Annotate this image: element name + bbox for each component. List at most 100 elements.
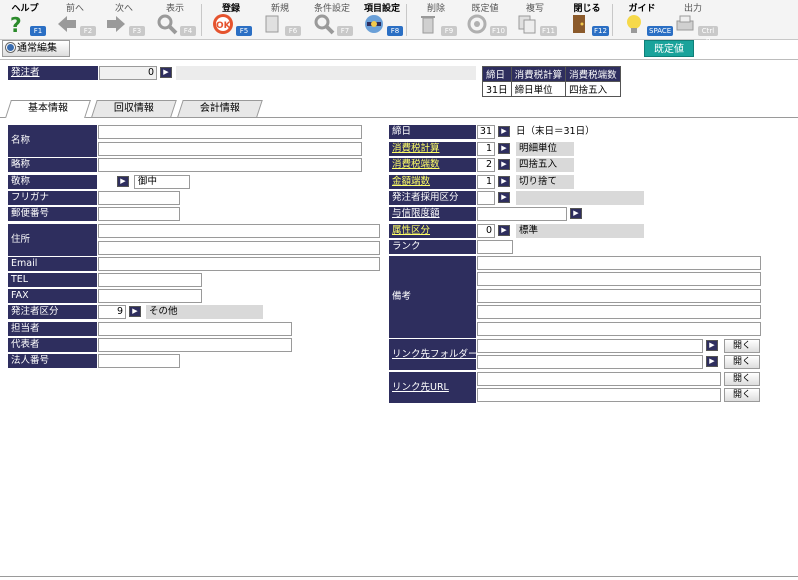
remarks-input-5[interactable] [477, 322, 761, 336]
edit-mode-button[interactable]: 通常編集 [2, 40, 70, 57]
representative-input[interactable] [98, 338, 292, 352]
link-url-input-1[interactable] [477, 372, 721, 386]
close-door-icon [568, 13, 590, 35]
orderer-label[interactable]: 発注者 [8, 66, 98, 80]
link-url-open-button-1[interactable]: 開く [724, 372, 760, 386]
tab-basic-info[interactable]: 基本情報 [5, 100, 91, 118]
search-icon [156, 13, 178, 35]
remarks-input-2[interactable] [477, 272, 761, 286]
link-folder-open-button-1[interactable]: 開く [724, 339, 760, 353]
attribute-type-label[interactable]: 属性区分 [389, 224, 476, 238]
function-key-badge: F2 [80, 26, 96, 36]
remarks-input-4[interactable] [477, 305, 761, 319]
address-input-1[interactable] [98, 224, 380, 238]
function-key-badge: F11 [540, 26, 557, 36]
honorific-input[interactable]: 御中 [134, 175, 190, 189]
summary-table: 締日 消費税計算 消費税端数 31日 締日単位 四捨五入 [482, 66, 621, 97]
amount-fraction-label[interactable]: 金額端数 [389, 175, 476, 189]
toolbar-button-f10[interactable]: 既定値 F10 [460, 0, 510, 40]
remarks-input-1[interactable] [477, 256, 761, 270]
address-input-2[interactable] [98, 241, 380, 255]
amount-fraction-input[interactable]: 1 [477, 175, 495, 189]
toolbar-button-f8[interactable]: 項目設定 F8 [357, 0, 407, 40]
summary-cell: 四捨五入 [565, 81, 621, 97]
closing-day-label: 締日 [389, 125, 476, 139]
tab-collection-info[interactable]: 回収情報 [91, 100, 177, 117]
name-input-1[interactable] [98, 125, 362, 139]
function-key-badge: F12 [592, 26, 609, 36]
function-key-badge: F5 [236, 26, 252, 36]
credit-limit-input[interactable] [477, 207, 567, 221]
furigana-input[interactable] [98, 191, 180, 205]
orderer-code-input[interactable]: 0 [99, 66, 157, 80]
email-input[interactable] [98, 257, 380, 271]
toolbar-button-f5[interactable]: 登録 OK F5 [206, 0, 256, 40]
toolbar-button-ctrlp[interactable]: 出力 Ctrl P [668, 0, 718, 45]
tab-accounting-info[interactable]: 会計情報 [177, 100, 263, 117]
adoption-type-lookup-button[interactable]: ▶ [498, 192, 510, 203]
toolbar-button-f12[interactable]: 閉じる F12 [562, 0, 612, 40]
prev-arrow-icon [56, 13, 78, 35]
person-in-charge-input[interactable] [98, 322, 292, 336]
toolbar-button-f2[interactable]: 前へ F2 [50, 0, 100, 40]
closing-day-input[interactable]: 31 [477, 125, 495, 139]
adoption-type-input[interactable] [477, 191, 495, 205]
postal-code-input[interactable] [98, 207, 180, 221]
amount-fraction-lookup-button[interactable]: ▶ [498, 176, 510, 187]
tax-calc-label[interactable]: 消費税計算 [389, 142, 476, 156]
closing-day-note: 日（末日＝31日） [516, 126, 595, 137]
toolbar-separator [201, 4, 202, 36]
short-name-input[interactable] [98, 158, 362, 172]
function-key-badge: Ctrl P [698, 26, 718, 45]
link-url-label[interactable]: リンク先URL [389, 372, 476, 403]
rank-input[interactable] [477, 240, 513, 254]
name-input-2[interactable] [98, 142, 362, 156]
link-folder-input-1[interactable] [477, 339, 703, 353]
name-label: 名称 [8, 125, 97, 157]
remarks-input-3[interactable] [477, 289, 761, 303]
toolbar-separator [406, 4, 407, 36]
toolbar-button-f6[interactable]: 新規 F6 [255, 0, 305, 40]
fax-input[interactable] [98, 289, 202, 303]
closing-day-lookup-button[interactable]: ▶ [498, 126, 510, 137]
toolbar-button-f3[interactable]: 次へ F3 [99, 0, 149, 40]
tax-fraction-lookup-button[interactable]: ▶ [498, 159, 510, 170]
toolbar-button-f1[interactable]: ヘルプ? F1 [0, 0, 50, 40]
link-url-input-2[interactable] [477, 388, 721, 402]
toolbar-button-space[interactable]: ガイド SPACE [617, 0, 674, 40]
summary-cell: 31日 [482, 81, 512, 97]
toolbar-button-f7[interactable]: 条件設定 F7 [307, 0, 357, 40]
link-folder-browse-button-2[interactable]: ▶ [706, 356, 718, 367]
corporate-number-input[interactable] [98, 354, 180, 368]
default-value-icon [466, 13, 488, 35]
tab-label: 基本情報 [28, 103, 68, 114]
orderer-type-code[interactable]: 9 [98, 305, 126, 319]
toolbar-button-f4[interactable]: 表示 F4 [150, 0, 200, 40]
credit-limit-label[interactable]: 与信限度額 [389, 207, 476, 221]
toolbar-button-f9[interactable]: 削除 F9 [411, 0, 461, 40]
honorific-lookup-button[interactable]: ▶ [117, 176, 129, 187]
tax-fraction-label[interactable]: 消費税端数 [389, 158, 476, 172]
divider [0, 59, 798, 60]
credit-limit-lookup-button[interactable]: ▶ [570, 208, 582, 219]
tab-divider [0, 117, 798, 118]
tax-fraction-input[interactable]: 2 [477, 158, 495, 172]
function-key-badge: F6 [285, 26, 301, 36]
function-key-badge: F4 [180, 26, 196, 36]
tel-input[interactable] [98, 273, 202, 287]
tax-calc-input[interactable]: 1 [477, 142, 495, 156]
attribute-type-input[interactable]: 0 [477, 224, 495, 238]
link-folder-browse-button-1[interactable]: ▶ [706, 340, 718, 351]
tax-calc-lookup-button[interactable]: ▶ [498, 143, 510, 154]
link-folder-label[interactable]: リンク先フォルダー [389, 339, 476, 370]
toolbar-button-f11[interactable]: 複写 F11 [510, 0, 560, 40]
link-folder-open-button-2[interactable]: 開く [724, 355, 760, 369]
function-key-badge: F10 [490, 26, 507, 36]
default-value-button[interactable]: 既定値 [644, 40, 694, 57]
attribute-type-lookup-button[interactable]: ▶ [498, 225, 510, 236]
condition-search-icon [313, 13, 335, 35]
link-folder-input-2[interactable] [477, 355, 703, 369]
orderer-lookup-button[interactable]: ▶ [160, 67, 172, 78]
link-url-open-button-2[interactable]: 開く [724, 388, 760, 402]
orderer-type-lookup-button[interactable]: ▶ [129, 306, 141, 317]
